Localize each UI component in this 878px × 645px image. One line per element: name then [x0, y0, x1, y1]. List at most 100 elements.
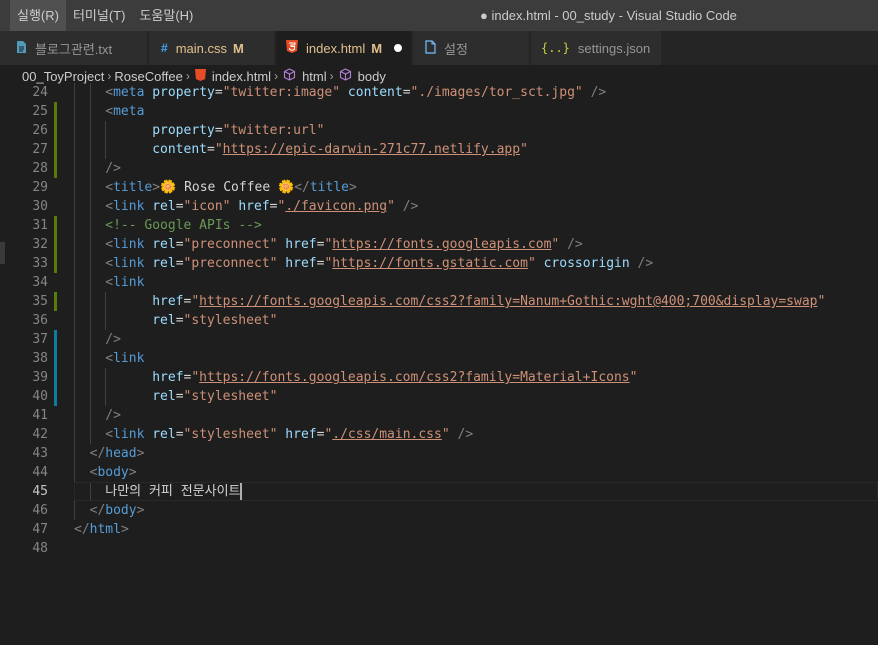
line-number[interactable]: 39	[0, 368, 48, 387]
code-line[interactable]: 42 <link rel="stylesheet" href="./css/mai…	[0, 425, 878, 444]
code-text: <link rel="icon" href="./favicon.png" />	[105, 197, 418, 216]
code-line[interactable]: 32 <link rel="preconnect" href="https://f…	[0, 235, 878, 254]
git-gutter-marker[interactable]	[54, 102, 57, 121]
code-token: href	[285, 237, 317, 252]
code-token: rel	[152, 313, 176, 328]
code-line[interactable]: 33 <link rel="preconnect" href="https://f…	[0, 254, 878, 273]
chevron-right-icon: ›	[274, 69, 279, 83]
line-number[interactable]: 43	[0, 444, 48, 463]
code-line[interactable]: 36 rel="stylesheet"	[0, 311, 878, 330]
tab-label: index.html	[306, 40, 366, 56]
git-gutter-marker[interactable]	[54, 216, 57, 235]
code-text: <title>🌼 Rose Coffee 🌼</title>	[105, 178, 357, 197]
tab-index-html[interactable]: index.html M	[276, 31, 412, 65]
git-gutter-marker[interactable]	[54, 235, 57, 254]
code-text: rel="stylesheet"	[137, 311, 277, 330]
code-line[interactable]: 48	[0, 539, 878, 558]
code-line[interactable]: 41 />	[0, 406, 878, 425]
line-number[interactable]: 34	[0, 273, 48, 292]
code-line[interactable]: 31 <!-- Google APIs -->	[0, 216, 878, 235]
code-line[interactable]: 40 rel="stylesheet"	[0, 387, 878, 406]
line-number[interactable]: 42	[0, 425, 48, 444]
code-token: </	[74, 522, 90, 537]
code-line[interactable]: 47 </html>	[0, 520, 878, 539]
code-token: rel	[152, 237, 176, 252]
menu-help[interactable]: 도움말(H)	[132, 0, 200, 31]
code-token: rel	[152, 389, 176, 404]
line-number[interactable]: 25	[0, 102, 48, 121]
line-number[interactable]: 36	[0, 311, 48, 330]
git-gutter-marker[interactable]	[54, 349, 57, 368]
code-token: <	[105, 199, 114, 214]
line-number[interactable]: 24	[0, 83, 48, 102]
modified-indicator: M	[232, 40, 244, 56]
git-gutter-marker[interactable]	[54, 387, 57, 406]
line-number[interactable]: 27	[0, 140, 48, 159]
line-number[interactable]: 38	[0, 349, 48, 368]
code-token: content	[152, 142, 207, 157]
code-line[interactable]: 35 href="https://fonts.googleapis.com/cs…	[0, 292, 878, 311]
code-line[interactable]: 27 content="https://epic-darwin-271c77.n…	[0, 140, 878, 159]
breadcrumb-file[interactable]: index.html	[212, 69, 271, 84]
line-number[interactable]: 30	[0, 197, 48, 216]
code-line[interactable]: 46 </body>	[0, 501, 878, 520]
code-text: </body>	[90, 501, 145, 520]
tab-main-css[interactable]: # main.css M	[149, 31, 275, 65]
line-number[interactable]: 28	[0, 159, 48, 178]
code-line[interactable]: 38 <link	[0, 349, 878, 368]
code-editor[interactable]: 24 <meta property="twitter:image" content…	[0, 83, 878, 645]
chevron-right-icon: ›	[329, 69, 334, 83]
breadcrumb-folder[interactable]: RoseCoffee	[114, 69, 182, 84]
code-line[interactable]: 26 property="twitter:url"	[0, 121, 878, 140]
code-token: https://fonts.googleapis.com	[332, 237, 552, 252]
line-number[interactable]: 33	[0, 254, 48, 273]
code-token: title	[309, 180, 349, 195]
git-gutter-marker[interactable]	[54, 140, 57, 159]
git-gutter-marker[interactable]	[54, 330, 57, 349]
line-number[interactable]: 31	[0, 216, 48, 235]
code-line[interactable]: 37 />	[0, 330, 878, 349]
code-line[interactable]: 28 />	[0, 159, 878, 178]
line-number[interactable]: 41	[0, 406, 48, 425]
git-gutter-marker[interactable]	[54, 292, 57, 311]
tab-settings[interactable]: 설정	[413, 31, 530, 65]
line-number[interactable]: 29	[0, 178, 48, 197]
line-number[interactable]: 48	[0, 539, 48, 558]
menu-run[interactable]: 실행(R)	[10, 0, 66, 31]
code-token: "stylesheet"	[183, 389, 278, 404]
code-token: =	[175, 389, 184, 404]
line-number[interactable]: 46	[0, 501, 48, 520]
code-token: "	[191, 370, 200, 385]
line-number[interactable]: 37	[0, 330, 48, 349]
code-text: href="https://fonts.googleapis.com/css2?…	[137, 368, 637, 387]
breadcrumb-folder[interactable]: 00_ToyProject	[22, 69, 104, 84]
code-line[interactable]: 44 <body>	[0, 463, 878, 482]
code-line[interactable]: 43 </head>	[0, 444, 878, 463]
breadcrumb-symbol[interactable]: body	[358, 69, 386, 84]
line-number[interactable]: 32	[0, 235, 48, 254]
menu-terminal[interactable]: 터미널(T)	[66, 0, 132, 31]
git-gutter-marker[interactable]	[54, 368, 57, 387]
git-gutter-marker[interactable]	[54, 254, 57, 273]
git-gutter-marker[interactable]	[54, 121, 57, 140]
code-line[interactable]: 30 <link rel="icon" href="./favicon.png" …	[0, 197, 878, 216]
tab-settings-json[interactable]: {..} settings.json	[531, 31, 662, 65]
git-gutter-marker[interactable]	[54, 159, 57, 178]
code-text: <link rel="preconnect" href="https://fon…	[105, 235, 582, 254]
chevron-right-icon: ›	[107, 69, 112, 83]
line-number[interactable]: 35	[0, 292, 48, 311]
line-number[interactable]: 44	[0, 463, 48, 482]
code-line[interactable]: 29 <title>🌼 Rose Coffee 🌼</title>	[0, 178, 878, 197]
code-line[interactable]: 45 나만의 커피 전문사이트	[0, 482, 878, 501]
tab-blog-txt[interactable]: 블로그관련.txt	[0, 31, 148, 65]
breadcrumb-symbol[interactable]: html	[302, 69, 327, 84]
code-line[interactable]: 25 <meta	[0, 102, 878, 121]
unsaved-dot-icon[interactable]	[394, 44, 403, 52]
line-number[interactable]: 47	[0, 520, 48, 539]
line-number[interactable]: 26	[0, 121, 48, 140]
line-number[interactable]: 45	[0, 482, 48, 501]
line-number[interactable]: 40	[0, 387, 48, 406]
code-line[interactable]: 39 href="https://fonts.googleapis.com/cs…	[0, 368, 878, 387]
code-line[interactable]: 24 <meta property="twitter:image" content…	[0, 83, 878, 102]
code-line[interactable]: 34 <link	[0, 273, 878, 292]
